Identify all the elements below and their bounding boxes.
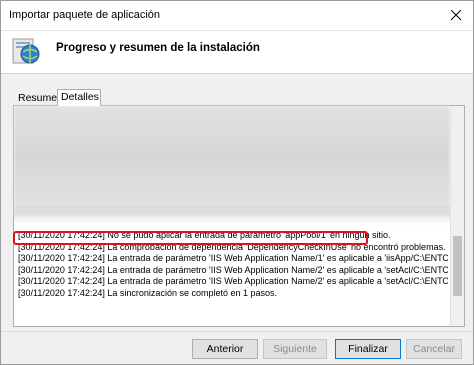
window-title: Importar paquete de aplicación <box>9 9 161 21</box>
page-title: Progreso y resumen de la instalación <box>56 42 260 54</box>
tab-detalles[interactable]: Detalles <box>57 89 101 106</box>
close-icon <box>451 10 461 20</box>
log-line: [30/11/2020 17:42:24] La entrada de pará… <box>18 276 448 286</box>
log-line: [30/11/2020 17:42:24] La entrada de pará… <box>18 253 448 263</box>
details-log-panel: [30/11/2020 17:42:24] No se pudo aplicar… <box>13 105 465 327</box>
scrollbar-thumb[interactable] <box>453 236 462 296</box>
obscured-log-fade <box>14 206 450 226</box>
next-button[interactable]: Siguiente <box>263 339 327 359</box>
log-line: [30/11/2020 17:42:24] No se pudo aplicar… <box>18 230 391 240</box>
package-install-icon <box>12 38 40 64</box>
finish-button[interactable]: Finalizar <box>335 339 401 359</box>
vertical-scrollbar[interactable] <box>450 106 464 326</box>
log-line: [30/11/2020 17:42:24] La sincronización … <box>18 287 278 298</box>
back-button[interactable]: Anterior <box>192 339 258 359</box>
close-button[interactable] <box>445 5 467 25</box>
dialog-header: Progreso y resumen de la instalación <box>1 31 473 73</box>
log-line: [30/11/2020 17:42:24] La entrada de pará… <box>18 264 448 275</box>
obscured-log-content <box>14 106 450 216</box>
cancel-button[interactable]: Cancelar <box>406 339 462 359</box>
tab-resumen[interactable]: Resumen <box>15 91 63 105</box>
log-line: [30/11/2020 17:42:24] La comprobación de… <box>18 241 446 252</box>
header-divider <box>1 73 473 74</box>
log-list: [30/11/2020 17:42:24] No se pudo aplicar… <box>18 230 448 299</box>
title-bar: Importar paquete de aplicación <box>1 1 473 31</box>
import-package-dialog: Importar paquete de aplicación Progreso … <box>0 0 474 365</box>
footer-divider <box>1 331 473 332</box>
